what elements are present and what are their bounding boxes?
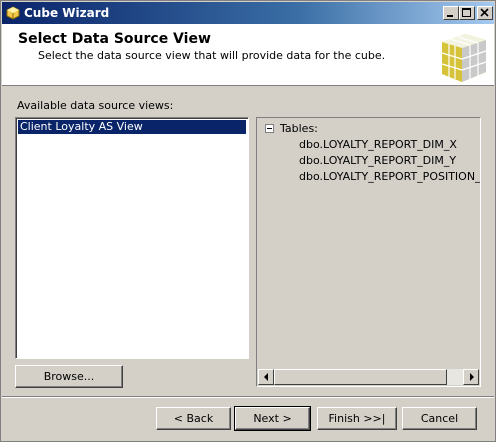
list-item[interactable]: Client Loyalty AS View [18, 120, 246, 134]
cancel-button[interactable]: Cancel [402, 407, 477, 430]
next-button[interactable]: Next > [234, 406, 311, 431]
tree-item-table[interactable]: dbo.LOYALTY_REPORT_POSITION_DA [299, 170, 480, 184]
data-source-views-list[interactable]: Client Loyalty AS View [15, 117, 249, 359]
window-title: Cube Wizard [24, 6, 110, 20]
cube-wizard-icon [441, 34, 487, 82]
cube-app-icon [6, 6, 20, 20]
available-views-label: Available data source views: [17, 99, 174, 112]
tree-item-table[interactable]: dbo.LOYALTY_REPORT_DIM_X [299, 138, 457, 152]
finish-button[interactable]: Finish >>| [317, 407, 397, 430]
back-button[interactable]: < Back [156, 407, 231, 430]
maximize-button[interactable] [459, 6, 475, 20]
page-subtitle: Select the data source view that will pr… [38, 49, 386, 62]
collapse-toggle-icon[interactable] [265, 124, 274, 133]
minimize-button[interactable] [443, 6, 459, 20]
footer-separator [2, 396, 494, 398]
close-icon [480, 8, 489, 17]
cube-wizard-window: Cube Wizard Select Data Source View Sele… [0, 0, 496, 442]
arrow-right-icon [470, 373, 474, 381]
horizontal-scrollbar[interactable] [258, 369, 479, 385]
browse-button[interactable]: Browse... [15, 365, 123, 388]
tables-tree-view[interactable]: Tables: dbo.LOYALTY_REPORT_DIM_X dbo.LOY… [256, 117, 481, 387]
scroll-left-button[interactable] [258, 369, 274, 385]
close-button[interactable] [477, 6, 493, 20]
scroll-right-button[interactable] [463, 369, 479, 385]
title-bar[interactable]: Cube Wizard [2, 2, 494, 24]
minimize-icon [447, 15, 453, 17]
tree-item-table[interactable]: dbo.LOYALTY_REPORT_DIM_Y [299, 154, 456, 168]
maximize-icon [462, 8, 471, 17]
header-banner: Select Data Source View Select the data … [2, 24, 494, 86]
scroll-thumb[interactable] [274, 369, 447, 385]
arrow-left-icon [264, 373, 268, 381]
tree-root-label: Tables: [280, 122, 318, 135]
page-title: Select Data Source View [18, 31, 211, 47]
